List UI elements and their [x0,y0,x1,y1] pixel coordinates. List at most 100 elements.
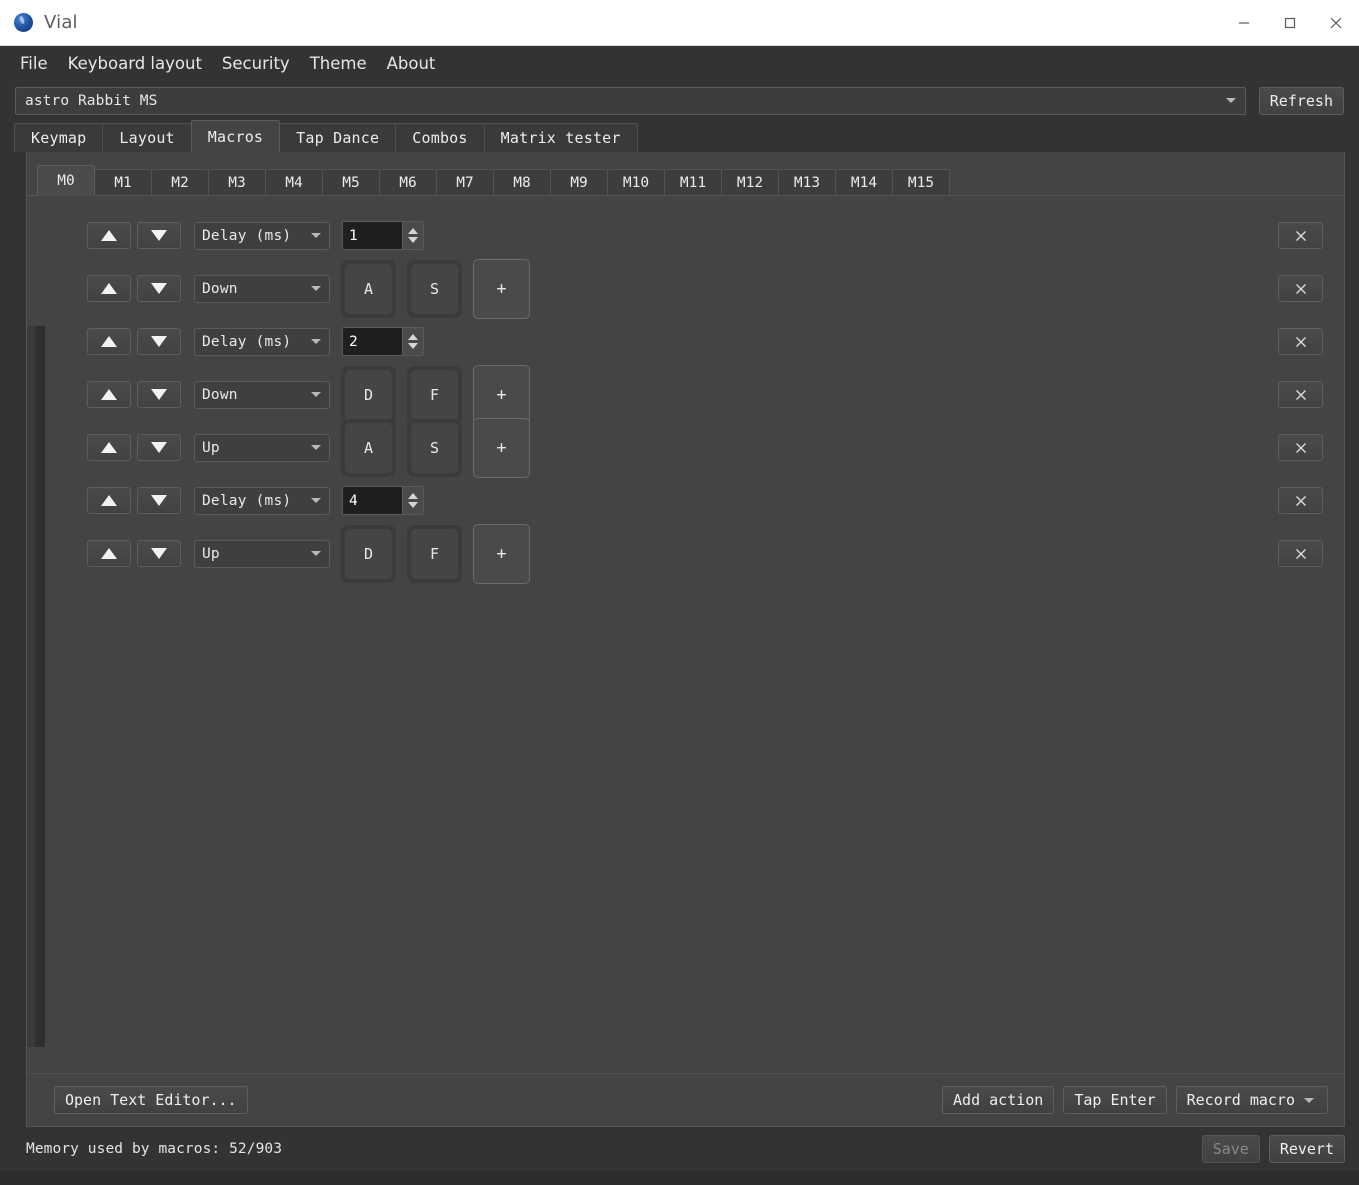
spin-down-arrow-icon[interactable] [408,502,418,508]
tab-macros[interactable]: Macros [190,120,281,152]
add-key-button[interactable]: + [473,364,530,425]
delete-action-button[interactable] [1278,222,1323,249]
open-text-editor-button[interactable]: Open Text Editor... [54,1086,248,1114]
key-list: A S + [341,417,530,478]
action-type-select[interactable]: Delay (ms) [194,221,330,250]
add-key-button[interactable]: + [473,417,530,478]
action-type-select[interactable]: Up [194,539,330,568]
close-button[interactable] [1313,0,1359,45]
delete-action-button[interactable] [1278,381,1323,408]
stepper-buttons[interactable] [402,328,423,355]
macro-key-button[interactable]: A [341,418,396,477]
macro-key-button[interactable]: D [341,524,396,583]
move-action-down-button[interactable] [137,275,181,302]
macro-tab-m9[interactable]: M9 [550,169,608,196]
maximize-button[interactable] [1267,0,1313,45]
macro-key-button[interactable]: F [407,365,462,424]
delay-value-input[interactable]: 4 [343,487,402,514]
tab-matrix-tester[interactable]: Matrix tester [483,123,638,152]
macro-tab-m13[interactable]: M13 [778,169,836,196]
triangle-down-icon [151,336,167,347]
move-action-up-button[interactable] [87,275,131,302]
menu-item-theme[interactable]: Theme [300,50,377,77]
move-action-down-button[interactable] [137,487,181,514]
macro-tab-m14[interactable]: M14 [835,169,893,196]
move-action-down-button[interactable] [137,222,181,249]
delay-value-input[interactable]: 1 [343,222,402,249]
macro-tab-m1[interactable]: M1 [94,169,152,196]
macro-action-row: Down D F + [27,364,1344,425]
action-type-select[interactable]: Down [194,380,330,409]
spin-down-arrow-icon[interactable] [408,237,418,243]
delete-action-button[interactable] [1278,328,1323,355]
macro-key-button[interactable]: A [341,259,396,318]
tab-layout[interactable]: Layout [102,123,192,152]
add-action-button[interactable]: Add action [942,1086,1055,1114]
stepper-buttons[interactable] [402,487,423,514]
macro-key-button[interactable]: S [407,259,462,318]
macro-tab-m15[interactable]: M15 [892,169,950,196]
delete-action-button[interactable] [1278,275,1323,302]
spin-up-arrow-icon[interactable] [408,228,418,234]
macro-tab-m3[interactable]: M3 [208,169,266,196]
stepper-buttons[interactable] [402,222,423,249]
delete-action-button[interactable] [1278,487,1323,514]
add-key-button[interactable]: + [473,523,530,584]
move-action-up-button[interactable] [87,487,131,514]
menu-item-about[interactable]: About [377,50,446,77]
tab-tap-dance[interactable]: Tap Dance [279,123,397,152]
delay-value-stepper[interactable]: 4 [342,486,424,515]
move-action-up-button[interactable] [87,381,131,408]
menu-item-keyboard-layout[interactable]: Keyboard layout [58,50,212,77]
macro-tab-m5[interactable]: M5 [322,169,380,196]
macro-tab-m7[interactable]: M7 [436,169,494,196]
delete-action-button[interactable] [1278,540,1323,567]
record-macro-button[interactable]: Record macro [1175,1086,1328,1114]
move-action-up-button[interactable] [87,328,131,355]
move-action-down-button[interactable] [137,434,181,461]
macro-tab-m0[interactable]: M0 [37,165,95,196]
revert-button[interactable]: Revert [1268,1135,1345,1163]
macro-tab-m11[interactable]: M11 [664,169,722,196]
action-type-select[interactable]: Delay (ms) [194,327,330,356]
move-action-down-button[interactable] [137,328,181,355]
keyboard-select[interactable]: astro Rabbit MS [15,86,1246,115]
spin-up-arrow-icon[interactable] [408,493,418,499]
macro-tab-m2[interactable]: M2 [151,169,209,196]
macro-tab-m10[interactable]: M10 [607,169,665,196]
move-action-up-button[interactable] [87,222,131,249]
delay-value-input[interactable]: 2 [343,328,402,355]
refresh-button[interactable]: Refresh [1258,86,1344,115]
key-list: A S + [341,258,530,319]
menu-item-security[interactable]: Security [212,50,300,77]
macro-tab-m8[interactable]: M8 [493,169,551,196]
delete-action-button[interactable] [1278,434,1323,461]
macro-key-button[interactable]: S [407,418,462,477]
macro-key-button[interactable]: D [341,365,396,424]
macro-tab-m12[interactable]: M12 [721,169,779,196]
spin-up-arrow-icon[interactable] [408,334,418,340]
move-action-down-button[interactable] [137,381,181,408]
close-x-icon [1295,389,1306,400]
action-type-select[interactable]: Up [194,433,330,462]
tab-combos[interactable]: Combos [395,123,485,152]
action-type-select[interactable]: Down [194,274,330,303]
delay-value-stepper[interactable]: 1 [342,221,424,250]
delay-value-stepper[interactable]: 2 [342,327,424,356]
macro-tab-m6[interactable]: M6 [379,169,437,196]
save-button[interactable]: Save [1201,1135,1260,1163]
action-type-select[interactable]: Delay (ms) [194,486,330,515]
macro-action-row: Delay (ms) 1 [27,209,1344,262]
add-key-button[interactable]: + [473,258,530,319]
macro-bottom-bar: Open Text Editor... Add action Tap Enter… [27,1073,1344,1126]
spin-down-arrow-icon[interactable] [408,343,418,349]
move-action-up-button[interactable] [87,434,131,461]
tab-keymap[interactable]: Keymap [14,123,104,152]
macro-key-button[interactable]: F [407,524,462,583]
macro-tab-m4[interactable]: M4 [265,169,323,196]
tap-enter-button[interactable]: Tap Enter [1063,1086,1167,1114]
minimize-button[interactable] [1221,0,1267,45]
move-action-down-button[interactable] [137,540,181,567]
move-action-up-button[interactable] [87,540,131,567]
menu-item-file[interactable]: File [10,50,58,77]
